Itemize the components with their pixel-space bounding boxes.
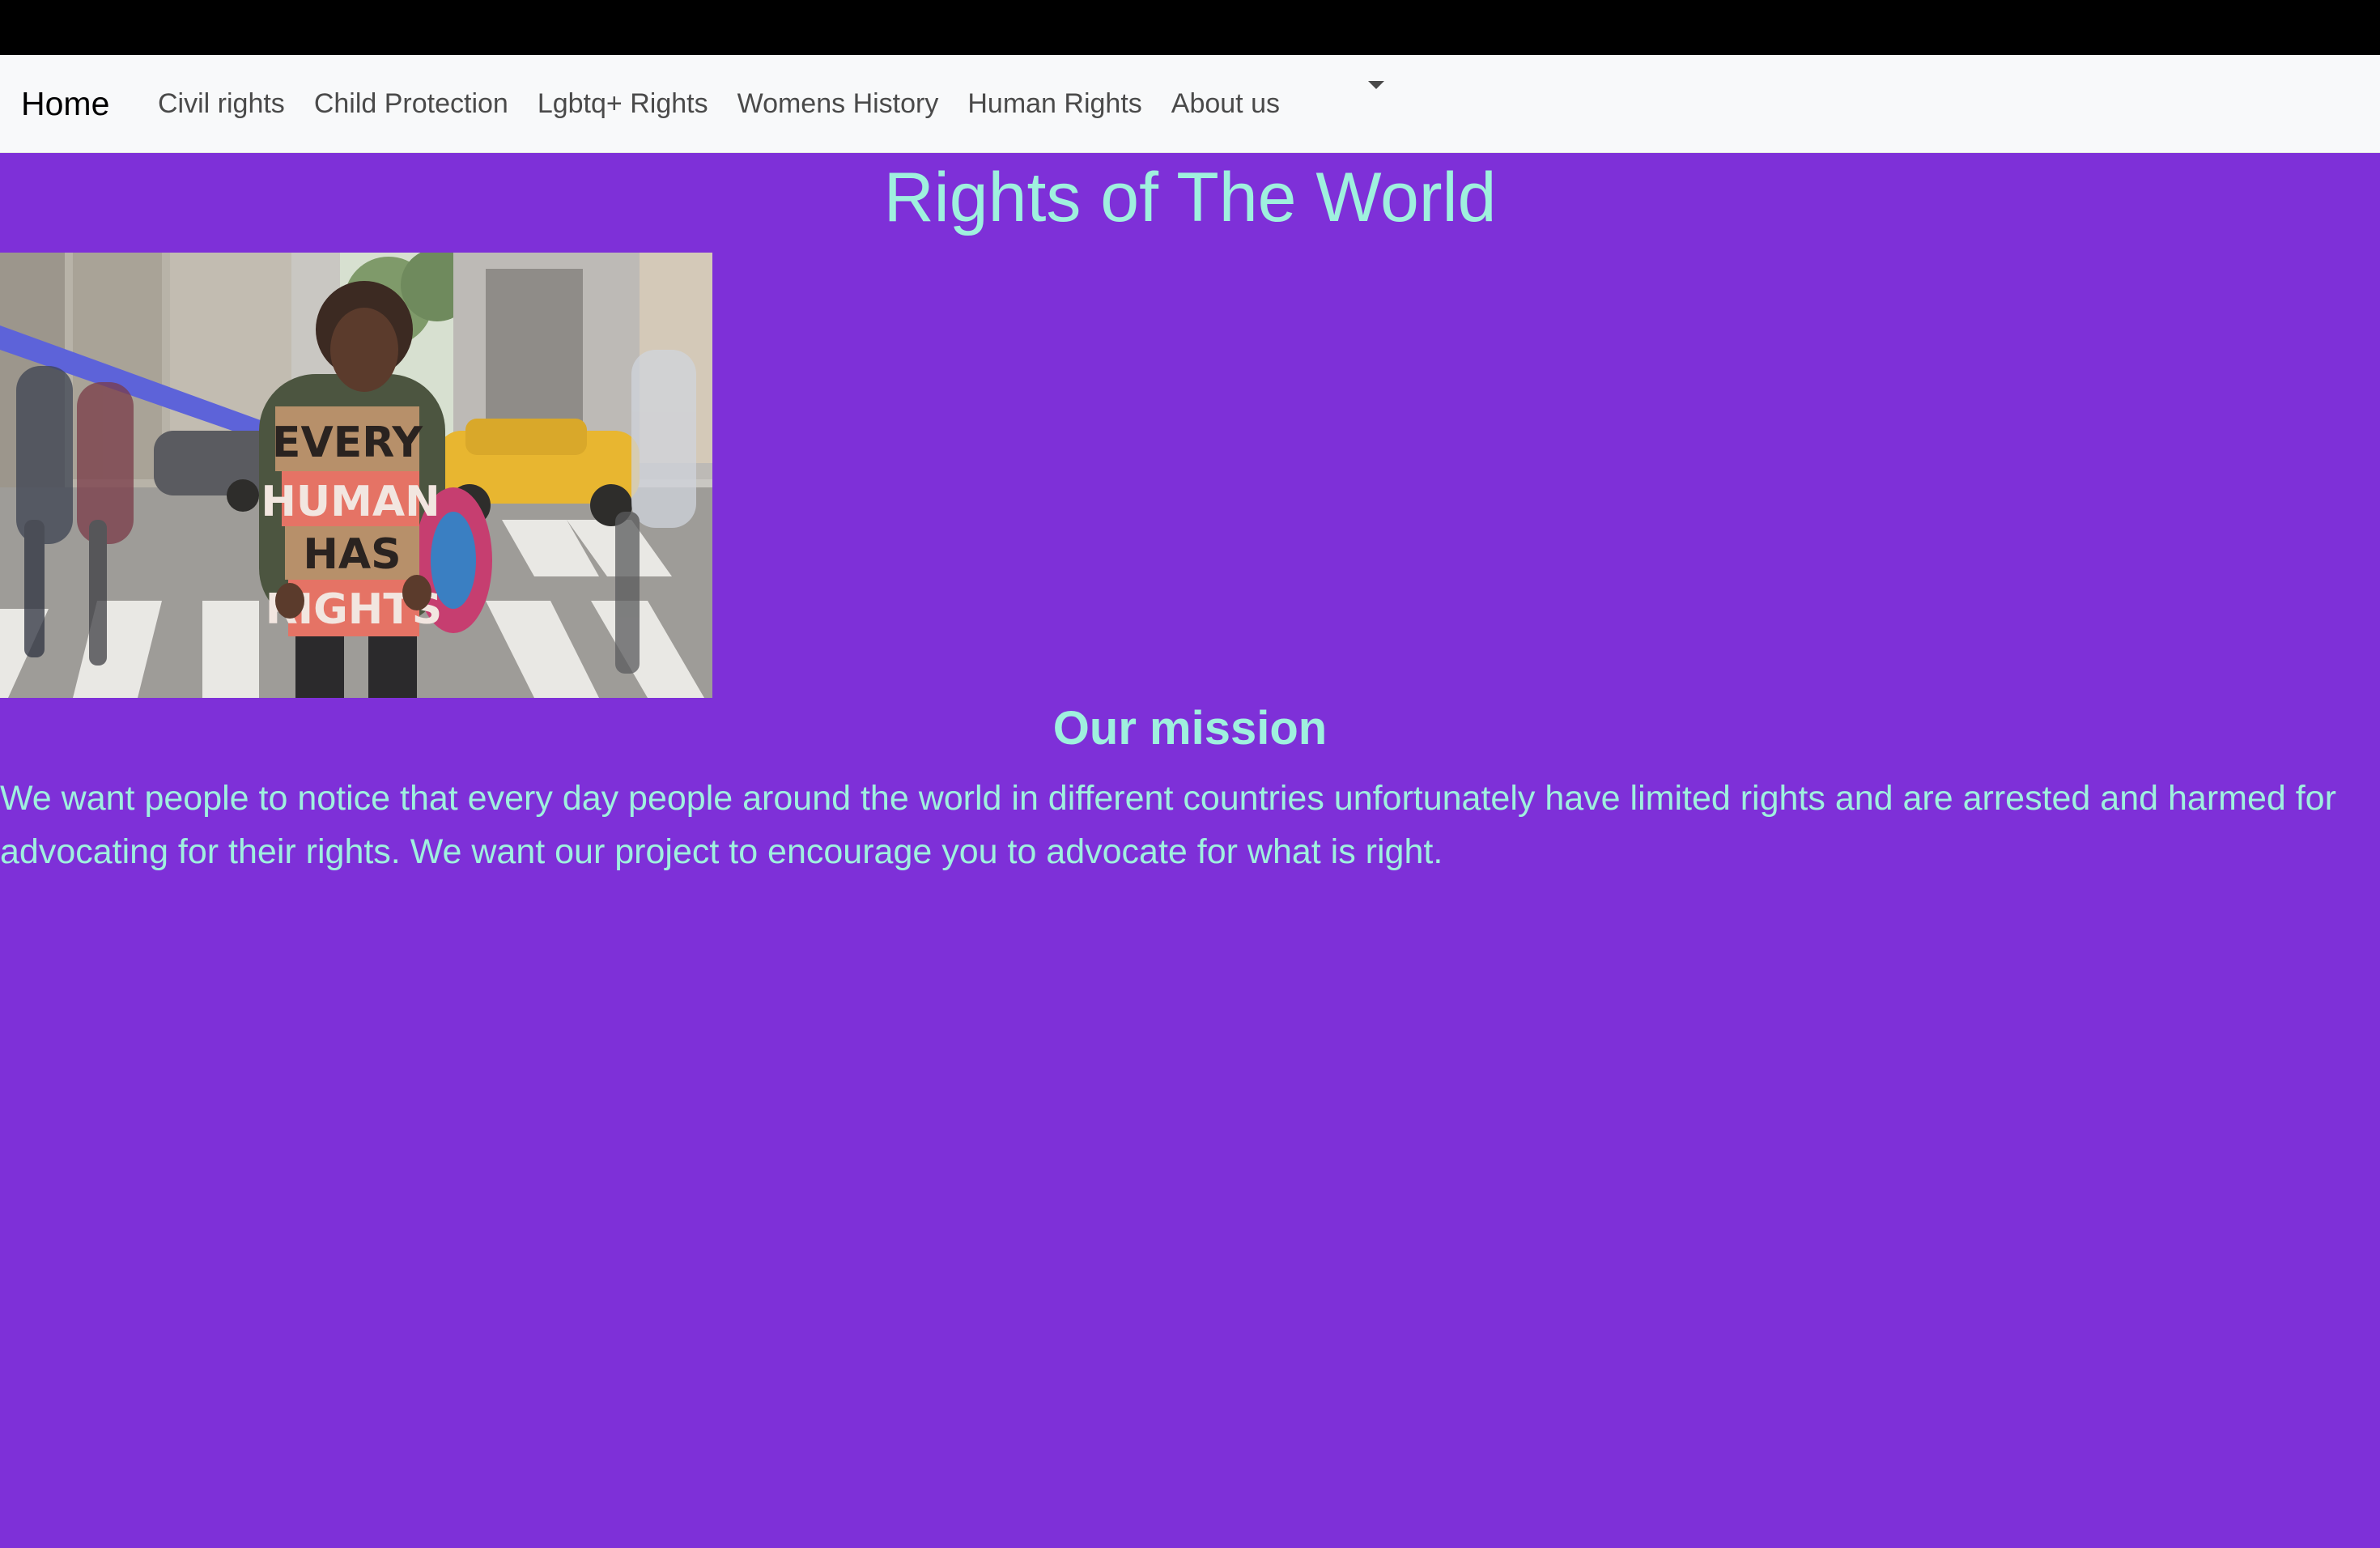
navbar: Home Civil rights Child Protection Lgbtq… [0, 55, 2380, 153]
sign-line-every: EVERY [272, 419, 423, 467]
protest-photo-illustration: EVERY HUMAN HAS RIGHTS [0, 253, 712, 698]
nav-link-civil-rights[interactable]: Civil rights [143, 84, 300, 123]
mission-heading: Our mission [1052, 702, 1328, 755]
nav-link-human-rights[interactable]: Human Rights [953, 84, 1156, 123]
nav-link-child-protection[interactable]: Child Protection [300, 84, 523, 123]
browser-top-bar [0, 0, 2380, 55]
dropdown-caret-icon[interactable] [1368, 81, 1384, 89]
nav-links: Civil rights Child Protection Lgbtq+ Rig… [143, 84, 1294, 123]
sign-line-human: HUMAN [261, 478, 440, 526]
mission-paragraph: We want people to notice that every day … [0, 779, 2336, 871]
page-title: Rights of The World [883, 159, 1497, 236]
nav-link-womens-history[interactable]: Womens History [723, 84, 954, 123]
hero-photo: EVERY HUMAN HAS RIGHTS [0, 253, 712, 698]
nav-link-about-us[interactable]: About us [1157, 84, 1294, 123]
nav-link-lgbtq-rights[interactable]: Lgbtq+ Rights [523, 84, 723, 123]
sign-line-has: HAS [303, 530, 401, 579]
nav-brand-home[interactable]: Home [21, 81, 109, 126]
